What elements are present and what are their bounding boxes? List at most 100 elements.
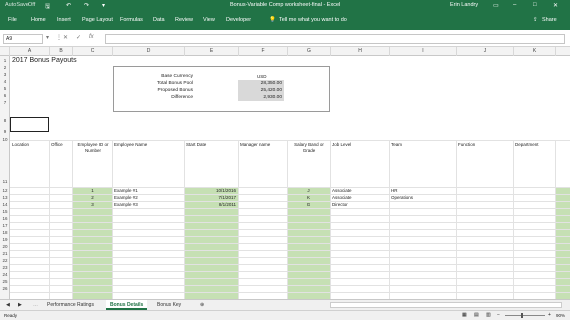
autosave-state[interactable]: Off xyxy=(28,2,35,8)
zoom-in-icon[interactable]: + xyxy=(548,312,551,318)
tab-formulas[interactable]: Formulas xyxy=(120,17,143,23)
sheet-tab-performance-ratings[interactable]: Performance Ratings xyxy=(47,300,94,310)
more-tabs-icon[interactable]: … xyxy=(33,300,38,310)
scroll-tabs-right-icon[interactable]: ▶ xyxy=(18,300,22,310)
header-salary-band[interactable]: Salary Band or Grade xyxy=(289,142,329,153)
enter-icon[interactable]: ✓ xyxy=(76,34,81,41)
table-cell-id[interactable]: 1 xyxy=(73,188,112,193)
row-header[interactable]: 5 xyxy=(0,86,10,91)
save-icon[interactable]: 🖫 xyxy=(45,2,50,12)
table-cell-team[interactable]: HR xyxy=(391,188,398,193)
table-cell-level[interactable]: Associate xyxy=(332,188,352,193)
difference-value[interactable]: 2,930.00 xyxy=(238,94,284,101)
tab-review[interactable]: Review xyxy=(175,17,193,23)
insert-function-icon[interactable]: fx xyxy=(89,34,94,40)
column-header-f[interactable]: F xyxy=(239,47,288,56)
row-header[interactable]: 7 xyxy=(0,100,10,105)
tab-page-layout[interactable]: Page Layout xyxy=(82,17,113,23)
row-header[interactable]: 21 xyxy=(0,251,10,256)
tab-view[interactable]: View xyxy=(203,17,215,23)
worksheet-grid[interactable]: A B C D E F G H I J K 1 2 3 4 5 6 7 8 9 … xyxy=(0,47,570,299)
row-header[interactable]: 24 xyxy=(0,272,10,277)
zoom-slider[interactable] xyxy=(505,315,545,316)
header-office[interactable]: Office xyxy=(51,142,63,148)
proposed-bonus-value[interactable]: 25,420.00 xyxy=(238,87,284,94)
header-employee-name[interactable]: Employee Name xyxy=(114,142,147,148)
page-layout-view-icon[interactable]: ▤ xyxy=(474,312,479,318)
row-header[interactable]: 20 xyxy=(0,244,10,249)
column-header-g[interactable]: G xyxy=(288,47,331,56)
cancel-icon[interactable]: ✕ xyxy=(63,34,68,41)
tab-home[interactable]: Home xyxy=(31,17,46,23)
column-header-c[interactable]: C xyxy=(73,47,113,56)
header-team[interactable]: Team xyxy=(391,142,402,148)
header-employee-id[interactable]: Employee ID or Number xyxy=(74,142,112,153)
column-header-h[interactable]: H xyxy=(331,47,390,56)
sheet-tab-bonus-details[interactable]: Bonus Details xyxy=(106,300,148,310)
column-header-e[interactable]: E xyxy=(185,47,239,56)
header-location[interactable]: Location xyxy=(12,142,29,148)
name-box[interactable]: A9 xyxy=(3,34,43,44)
ribbon-display-icon[interactable]: ▭ xyxy=(493,2,499,9)
scroll-tabs-left-icon[interactable]: ◀ xyxy=(6,300,10,310)
column-header-d[interactable]: D xyxy=(113,47,185,56)
close-icon[interactable]: ✕ xyxy=(553,2,558,9)
row-header[interactable]: 25 xyxy=(0,279,10,284)
row-header[interactable]: 4 xyxy=(0,79,10,84)
row-header[interactable]: 2 xyxy=(0,65,10,70)
minimize-icon[interactable]: – xyxy=(513,2,516,8)
header-manager-name[interactable]: Manager name xyxy=(240,142,270,148)
normal-view-icon[interactable]: ▦ xyxy=(462,312,467,318)
table-cell-name[interactable]: Example #3 xyxy=(114,202,138,207)
row-header[interactable]: 10 xyxy=(0,137,10,142)
table-cell-id[interactable]: 2 xyxy=(73,195,112,200)
horizontal-scrollbar[interactable] xyxy=(330,302,562,308)
sheet-tab-bonus-key[interactable]: Bonus Key xyxy=(157,300,181,310)
formula-input[interactable] xyxy=(105,34,565,44)
customize-toolbar-icon[interactable]: ▾ xyxy=(102,2,105,9)
table-cell-name[interactable]: Example #1 xyxy=(114,188,138,193)
row-header[interactable]: 17 xyxy=(0,223,10,228)
autosave-label[interactable]: AutoSave xyxy=(5,2,29,8)
column-header-b[interactable]: B xyxy=(50,47,73,56)
row-header[interactable]: 13 xyxy=(0,195,10,200)
redo-icon[interactable]: ↷ xyxy=(84,2,89,9)
tab-file[interactable]: File xyxy=(8,17,17,23)
row-header[interactable]: 23 xyxy=(0,265,10,270)
column-header-i[interactable]: I xyxy=(390,47,457,56)
row-header[interactable]: 14 xyxy=(0,202,10,207)
header-start-date[interactable]: Start Date xyxy=(186,142,206,148)
selected-cell[interactable] xyxy=(10,117,49,132)
table-cell-band[interactable]: G xyxy=(287,202,330,207)
name-box-dropdown-icon[interactable]: ▾ xyxy=(46,34,49,41)
maximize-icon[interactable]: □ xyxy=(533,2,537,8)
table-cell-level[interactable]: Associate xyxy=(332,195,352,200)
row-header[interactable]: 22 xyxy=(0,258,10,263)
tab-insert[interactable]: Insert xyxy=(57,17,71,23)
table-cell-id[interactable]: 3 xyxy=(73,202,112,207)
table-cell-start-date[interactable]: 7/1/2017 xyxy=(185,195,236,200)
table-cell-start-date[interactable]: 8/1/2011 xyxy=(185,202,236,207)
table-cell-band[interactable]: K xyxy=(287,195,330,200)
column-header-a[interactable]: A xyxy=(10,47,50,56)
column-header-j[interactable]: J xyxy=(457,47,514,56)
row-header[interactable]: 18 xyxy=(0,230,10,235)
share-button[interactable]: Share xyxy=(542,17,557,23)
header-function[interactable]: Function xyxy=(458,142,475,148)
table-cell-start-date[interactable]: 10/1/2016 xyxy=(185,188,236,193)
tell-me-search[interactable]: Tell me what you want to do xyxy=(279,17,347,23)
row-header[interactable]: 11 xyxy=(0,179,10,184)
row-header[interactable]: 3 xyxy=(0,72,10,77)
column-header-k[interactable]: K xyxy=(514,47,556,56)
table-cell-name[interactable]: Example #2 xyxy=(114,195,138,200)
row-header[interactable]: 6 xyxy=(0,93,10,98)
header-department[interactable]: Department xyxy=(515,142,539,148)
select-all-corner[interactable] xyxy=(0,47,10,56)
header-job-level[interactable]: Job Level xyxy=(332,142,351,148)
row-header[interactable]: 19 xyxy=(0,237,10,242)
row-header[interactable]: 15 xyxy=(0,209,10,214)
zoom-level[interactable]: 90% xyxy=(556,313,565,318)
undo-icon[interactable]: ↶ xyxy=(66,2,71,9)
zoom-out-icon[interactable]: − xyxy=(497,312,500,318)
tab-developer[interactable]: Developer xyxy=(226,17,251,23)
